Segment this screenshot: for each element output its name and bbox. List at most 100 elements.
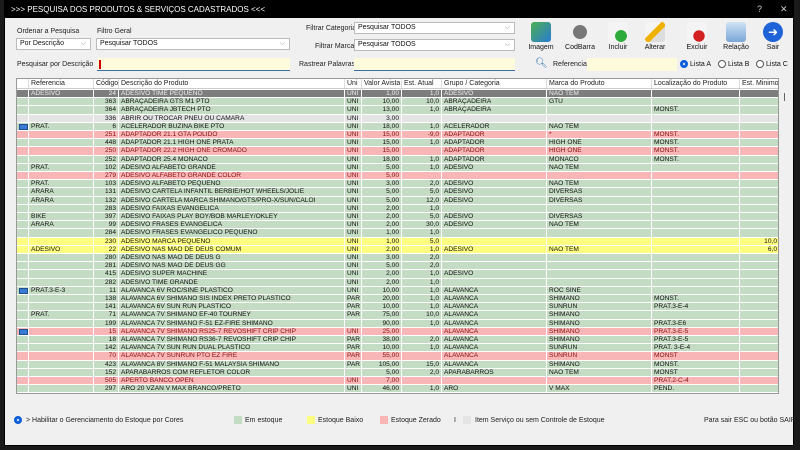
barcode-button[interactable]: CodBarra	[560, 22, 600, 51]
in-stock-label: Em estoque	[245, 417, 283, 424]
radio-list-c[interactable]: Lista C	[756, 60, 788, 68]
add-button[interactable]: Incluir	[598, 22, 638, 51]
category-filter-select[interactable]: Pesquisar TODOS ⌵	[354, 22, 515, 34]
cell-unit: UNI	[345, 229, 362, 237]
table-row[interactable]: 251 ADAPTADOR 21.1 GTA POLIDO UNI 15,00 -9,0…	[17, 131, 778, 140]
table-row[interactable]: 423 ALAVANCA 8V SHIMANO F-51 MALAYSIA SHI…	[17, 360, 778, 369]
cell-stock: 1,0	[402, 229, 442, 237]
chevron-down-icon: ⌵	[504, 41, 510, 48]
radio-list-a[interactable]: Lista A	[680, 60, 711, 68]
table-row[interactable]: 448 ADAPTADOR 21.1 HIGH ONE PRATA UNI 15,00…	[17, 139, 778, 148]
table-row[interactable]: 297 ARO 20 VZAN V MAX BRANCO/PRETO UNI 46,0…	[17, 385, 778, 393]
image-attached-icon[interactable]	[19, 328, 28, 335]
table-row[interactable]: ARARA 132 ADESIVO CARTELA MARCA SHIMANO/GT…	[17, 196, 778, 205]
table-row[interactable]: PRAT.3-E-3 11 ALAVANCA 6V ROC/SINE PLASTIC…	[17, 286, 778, 295]
table-row[interactable]: ADESIVO 24 ADESIVO TIME PEQUENO UNI 1,00 1,0 A…	[17, 90, 778, 99]
header-brand[interactable]: Marca do Produto	[547, 79, 652, 88]
table-row[interactable]: 199 ALAVANCA 7V SHIMANO F-51 EZ-FIRE SHIM…	[17, 319, 778, 328]
image-button[interactable]: Imagem	[521, 22, 561, 51]
table-row[interactable]: 70 ALAVANCA 7V SUNRUN PTO EZ FIRE PAR 55,00…	[17, 352, 778, 361]
table-row[interactable]: PRAT. 103 ADESIVO ALFABETO PEQUENO UNI 3,00 2…	[17, 180, 778, 189]
table-row[interactable]: 138 ALAVANCA 6V SHIMANO SIS INDEX PRETO P…	[17, 295, 778, 304]
image-attached-icon[interactable]	[19, 287, 28, 294]
table-row[interactable]: 505 APERTO BANCO OPEN UNI 7,00 PRAT.2-C-4	[17, 377, 778, 386]
header-min-stock[interactable]: Est. Minimo	[740, 79, 778, 88]
cell-location: PRAT.3-E-5	[652, 327, 740, 335]
cell-location	[652, 196, 740, 204]
edit-label: Alterar	[644, 44, 666, 51]
header-description[interactable]: Descrição do Produto	[119, 79, 345, 88]
table-row[interactable]: 279 ADESIVO ALFABETO GRANDE COLOR UNI 5,00	[17, 172, 778, 181]
order-select[interactable]: Por Descrição ⌵	[16, 38, 91, 50]
report-button[interactable]: Relação	[716, 22, 756, 51]
brand-filter-select[interactable]: Pesquisar TODOS ⌵	[354, 39, 515, 51]
cell-category: ALAVANCA	[442, 319, 547, 327]
table-row[interactable]: 363 ABRAÇADEIRA GTS M1 PTO UNI 10,00 10,0 ABR…	[17, 98, 778, 107]
table-row[interactable]: 230 ADESIVO MARCA PEQUENO UNI 1,00 5,0 10,0	[17, 237, 778, 246]
header-category[interactable]: Grupo / Categoria	[442, 79, 547, 88]
header-stock[interactable]: Est. Atual	[402, 79, 442, 88]
color-mgmt-radio[interactable]	[14, 416, 22, 424]
exit-button[interactable]: ➜ Sair	[753, 22, 793, 51]
cell-unit: UNI	[345, 196, 362, 204]
cell-category: ALAVANCA	[442, 336, 547, 344]
cell-stock: 5,0	[402, 237, 442, 245]
radio-list-b-label: Lista B	[728, 60, 750, 68]
header-icon[interactable]	[17, 79, 29, 88]
table-row[interactable]: PRAT. 6 ACELERADOR BUZINA BIKE PTO UNI 18,00…	[17, 122, 778, 131]
cell-unit	[345, 368, 362, 376]
table-row[interactable]: 252 ADAPTADOR 25.4 MONACO UNI 18,00 1,0 ADAPT…	[17, 155, 778, 164]
header-reference[interactable]: Referencia	[29, 79, 94, 88]
general-filter-select[interactable]: Pesquisar TODOS ⌵	[96, 38, 290, 50]
products-table[interactable]: Referencia Código Descrição do Produto Uni V…	[16, 78, 779, 394]
table-row[interactable]: 282 ADESIVO TIME GRANDE UNI 2,00 1,0	[17, 278, 778, 287]
table-row[interactable]: ARARA 99 ADESIVO FRASES EVANGELICA UNI 2,00 3…	[17, 221, 778, 230]
cell-stock: 2,0	[402, 262, 442, 270]
table-row[interactable]: 18 ALAVANCA 7V SHIMANO RS36-7 REVOSHIFT C…	[17, 336, 778, 345]
cell-location	[652, 262, 740, 270]
header-price[interactable]: Valor Avista	[362, 79, 402, 88]
close-button[interactable]: ✕	[780, 1, 788, 18]
table-row[interactable]: PRAT. 102 ADESIVO ALFABETO GRANDE UNI 5,00 1,…	[17, 163, 778, 172]
table-row[interactable]: 415 ADESIVO SUPER MACHINE UNI 2,00 1,0 ADESIV…	[17, 270, 778, 279]
image-attached-icon[interactable]	[19, 123, 28, 130]
header-unit[interactable]: Uni	[345, 79, 362, 88]
search-desc-input[interactable]	[97, 58, 290, 71]
row-icon-cell	[17, 196, 29, 204]
table-row[interactable]: 284 ADESIVO FRASES EVANGELICO PEQUENO UNI 1…	[17, 229, 778, 238]
table-row[interactable]: 141 ALAVANCA 6V SUN RUN PLASTICO PAR 10,00 1…	[17, 303, 778, 312]
cell-reference	[29, 262, 94, 270]
vertical-scrollbar[interactable]	[780, 89, 790, 394]
edit-button[interactable]: Alterar	[635, 22, 675, 51]
radio-list-b[interactable]: Lista B	[718, 60, 749, 68]
row-icon-cell	[17, 254, 29, 262]
table-row[interactable]: ARARA 131 ADESIVO CARTELA INFANTIL BERBIE/…	[17, 188, 778, 197]
help-button[interactable]: ?	[757, 1, 762, 18]
cell-code: 103	[94, 180, 119, 188]
header-location[interactable]: Localização do Produto	[652, 79, 740, 88]
cell-stock: 1,0	[402, 155, 442, 163]
table-row[interactable]: 142 ALAVANCA 7V SUN RUN DUAL PLASTICO PAR 1…	[17, 344, 778, 353]
table-row[interactable]: 364 ABRAÇADEIRA JBTECH PTO UNI 13,00 1,0 ABRA…	[17, 106, 778, 115]
table-row[interactable]: 250 ADAPTADOR 22.2 HIGH ONE CROMADO UNI 15,…	[17, 147, 778, 156]
reference-label: Referencia	[553, 61, 587, 68]
table-row[interactable]: 283 ADESIVO FAIXAS EVANGELICA UNI 2,00 1,0	[17, 204, 778, 213]
cell-stock: 1,0	[402, 122, 442, 130]
row-icon-cell	[17, 163, 29, 171]
table-row[interactable]: BIKE 397 ADESIVO FAIXAS PLAY BOY/BOB MARLE…	[17, 213, 778, 222]
reference-input[interactable]	[587, 58, 677, 71]
table-row[interactable]: PRAT. 71 ALAVANCA 7V SHIMANO EF-40 TOURNEY…	[17, 311, 778, 320]
cell-brand: NAO TEM	[547, 368, 652, 376]
table-row[interactable]: 336 ABRIR OU TROCAR PNEU OU CAMARA UNI 3,00	[17, 114, 778, 123]
scrollbar-thumb[interactable]	[784, 93, 785, 101]
track-words-input[interactable]	[354, 58, 515, 71]
delete-button[interactable]: Excluir	[677, 22, 717, 51]
cell-min-stock	[740, 131, 778, 138]
color-mgmt-label: > Habilitar o Gerenciamento do Estoque p…	[26, 417, 184, 424]
table-row[interactable]: 281 ADESIVO NAS MAO DE DEUS GG UNI 5,00 2,0	[17, 262, 778, 271]
table-row[interactable]: 15 ALAVANCA 7V SHIMANO RS25-7 REVOSHIFT C…	[17, 327, 778, 336]
table-row[interactable]: 280 ADESIVO NAS MAO DE DEUS G UNI 3,00 2,0	[17, 254, 778, 263]
header-code[interactable]: Código	[94, 79, 119, 88]
table-row[interactable]: 152 APARABARROS COM REFLETOR COLOR 5,00 2,0…	[17, 368, 778, 377]
table-row[interactable]: ADESIVO 22 ADESIVO NAS MAO DE DEUS COMUM UN…	[17, 245, 778, 254]
